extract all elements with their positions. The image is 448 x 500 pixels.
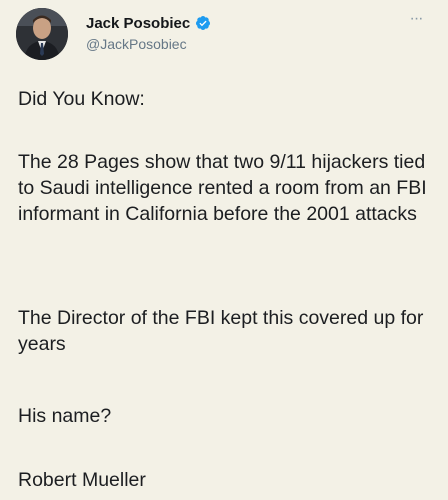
tweet-paragraph: His name?	[18, 405, 112, 427]
display-name-row: Jack Posobiec	[86, 12, 211, 34]
avatar[interactable]	[16, 8, 68, 60]
tweet-paragraph: Robert Mueller	[18, 469, 146, 491]
author-info: Jack Posobiec @JackPosobiec	[86, 12, 211, 52]
verified-badge-icon	[195, 15, 211, 31]
tweet-paragraph: The 28 Pages show that two 9/11 hijacker…	[18, 151, 427, 225]
tweet-header: Jack Posobiec @JackPosobiec ···	[16, 8, 432, 64]
tweet-paragraph: The Director of the FBI kept this covere…	[18, 307, 424, 355]
more-options-icon[interactable]: ···	[404, 11, 428, 32]
handle[interactable]: @JackPosobiec	[86, 36, 211, 52]
avatar-photo-icon	[16, 8, 68, 60]
display-name[interactable]: Jack Posobiec	[86, 15, 190, 32]
tweet-paragraph: Did You Know:	[18, 88, 145, 110]
tweet-card: Jack Posobiec @JackPosobiec ··· Did You …	[0, 0, 448, 500]
